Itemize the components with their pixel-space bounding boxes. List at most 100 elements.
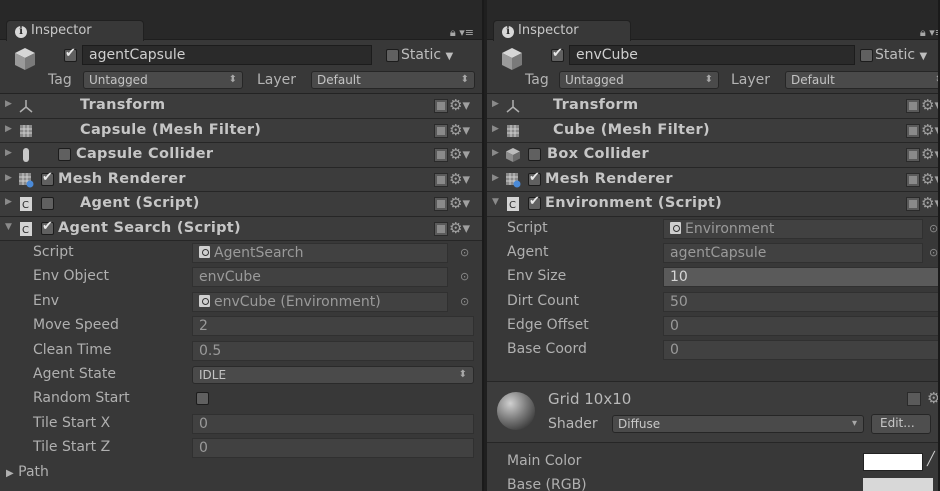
static-dropdown-icon[interactable]: ▼ (445, 51, 453, 62)
env-object-field[interactable]: envCube (192, 267, 448, 288)
gear-icon[interactable]: ⚙ (927, 389, 938, 407)
help-book-icon[interactable] (907, 392, 921, 406)
main-color-swatch[interactable] (863, 453, 923, 471)
component-environment-script[interactable]: ▼ C Environment (Script) ⚙▾ (487, 192, 938, 217)
component-enabled-checkbox[interactable] (41, 219, 54, 235)
component-agent-search-script[interactable]: ▼ C Agent Search (Script) ⚙▾ (0, 216, 482, 241)
object-picker-icon[interactable]: ⊙ (460, 270, 469, 283)
component-agent-script[interactable]: ▶ C Agent (Script) ⚙▾ (0, 192, 482, 217)
move-speed-input[interactable]: 2 (192, 316, 474, 337)
edge-offset-input[interactable]: 0 (663, 316, 938, 337)
help-book-icon[interactable] (434, 99, 448, 113)
component-transform[interactable]: ▶ Transform ⚙▾ (0, 94, 482, 119)
gear-icon[interactable]: ⚙▾ (921, 145, 938, 163)
component-mesh-renderer[interactable]: ▶ Mesh Renderer ⚙▾ (0, 167, 482, 192)
gear-icon[interactable]: ⚙▾ (449, 121, 470, 139)
component-mesh-filter[interactable]: ▶ Capsule (Mesh Filter) ⚙▾ (0, 118, 482, 143)
foldout-arrow-expanded-icon[interactable]: ▼ (492, 197, 499, 207)
tag-dropdown[interactable]: Untagged ⬍ (83, 71, 243, 89)
static-dropdown-icon[interactable]: ▼ (919, 51, 927, 62)
foldout-arrow-icon[interactable]: ▶ (6, 468, 14, 479)
foldout-arrow-icon[interactable]: ▶ (492, 99, 499, 109)
gear-icon[interactable]: ⚙▾ (449, 145, 470, 163)
script-reference-field[interactable]: Environment (663, 218, 923, 239)
prop-path[interactable]: ▶ Path (0, 461, 482, 485)
clean-time-input[interactable]: 0.5 (192, 340, 474, 361)
static-checkbox[interactable] (860, 48, 873, 62)
foldout-arrow-icon[interactable]: ▶ (5, 197, 12, 207)
component-enabled-checkbox[interactable] (41, 197, 54, 210)
component-mesh-filter[interactable]: ▶ Cube (Mesh Filter) ⚙▾ (487, 118, 938, 143)
foldout-arrow-icon[interactable]: ▶ (492, 173, 499, 183)
static-toggle[interactable]: Static ▼ (386, 47, 453, 63)
component-capsule-collider[interactable]: ▶ Capsule Collider ⚙▾ (0, 143, 482, 168)
component-enabled-checkbox[interactable] (41, 170, 54, 186)
component-transform[interactable]: ▶ Transform ⚙▾ (487, 94, 938, 119)
shader-dropdown[interactable]: Diffuse ▾ (612, 415, 864, 433)
agent-state-dropdown[interactable]: IDLE ⬍ (192, 365, 474, 384)
help-book-icon[interactable] (434, 123, 448, 138)
gear-icon[interactable]: ⚙▾ (921, 194, 938, 212)
base-texture-slot[interactable] (863, 478, 933, 491)
script-reference-field[interactable]: AgentSearch (192, 243, 448, 263)
object-picker-icon[interactable]: ⊙ (460, 295, 469, 308)
env-field[interactable]: envCube (Environment) (192, 291, 448, 312)
tag-dropdown[interactable]: Untagged ⬍ (559, 71, 719, 89)
foldout-arrow-expanded-icon[interactable]: ▼ (5, 222, 12, 232)
help-book-icon[interactable] (906, 148, 920, 162)
component-box-collider[interactable]: ▶ Box Collider ⚙▾ (487, 143, 938, 168)
help-book-icon[interactable] (906, 123, 920, 138)
tab-inspector[interactable]: i Inspector (493, 20, 631, 41)
random-start-checkbox[interactable] (196, 392, 209, 406)
gear-icon[interactable]: ⚙▾ (921, 96, 938, 114)
component-enabled-checkbox[interactable] (528, 148, 541, 161)
lock-menu-icon[interactable]: 🔒︎ ▾≡ (920, 26, 938, 40)
help-book-icon[interactable] (434, 197, 448, 211)
component-enabled-checkbox[interactable] (528, 194, 541, 210)
object-picker-icon[interactable]: ⊙ (929, 222, 938, 235)
foldout-arrow-icon[interactable]: ▶ (492, 148, 499, 158)
foldout-arrow-icon[interactable]: ▶ (492, 124, 499, 134)
tab-inspector[interactable]: i Inspector (6, 20, 144, 41)
gear-icon[interactable]: ⚙▾ (449, 219, 470, 237)
tile-start-z-input[interactable]: 0 (192, 438, 474, 459)
component-enabled-checkbox[interactable] (528, 170, 541, 186)
path-foldout[interactable]: ▶ Path (6, 464, 49, 480)
object-name-field[interactable]: envCube (569, 45, 855, 65)
active-checkbox[interactable] (551, 46, 564, 62)
foldout-arrow-icon[interactable]: ▶ (5, 124, 12, 134)
help-book-icon[interactable] (906, 172, 920, 187)
object-name-field[interactable]: agentCapsule (82, 45, 372, 65)
env-size-input[interactable]: 10 (663, 267, 938, 288)
gear-icon[interactable]: ⚙▾ (921, 170, 938, 188)
lock-menu-icon[interactable]: 🔒︎ ▾≡ (450, 26, 474, 40)
object-picker-icon[interactable]: ⊙ (929, 246, 938, 259)
foldout-arrow-icon[interactable]: ▶ (5, 148, 12, 158)
foldout-arrow-icon[interactable]: ▶ (5, 173, 12, 183)
eyedropper-icon[interactable]: ╱ (927, 452, 935, 467)
script-value: Environment (685, 220, 775, 237)
foldout-arrow-icon[interactable]: ▶ (5, 99, 12, 109)
gear-icon[interactable]: ⚙▾ (449, 194, 470, 212)
gear-icon[interactable]: ⚙▾ (449, 96, 470, 114)
help-book-icon[interactable] (906, 99, 920, 113)
gear-icon[interactable]: ⚙▾ (921, 121, 938, 139)
object-picker-icon[interactable]: ⊙ (460, 246, 469, 259)
static-checkbox[interactable] (386, 48, 399, 62)
help-book-icon[interactable] (434, 172, 448, 187)
help-book-icon[interactable] (906, 197, 920, 211)
component-enabled-checkbox[interactable] (58, 148, 71, 161)
help-book-icon[interactable] (434, 221, 448, 236)
layer-dropdown[interactable]: Default ⬍ (311, 71, 475, 89)
static-toggle[interactable]: Static ▼ (860, 47, 927, 63)
agent-field[interactable]: agentCapsule (663, 242, 923, 263)
gear-icon[interactable]: ⚙▾ (449, 170, 470, 188)
help-book-icon[interactable] (434, 148, 448, 162)
layer-dropdown[interactable]: Default ⬍ (785, 71, 938, 89)
active-checkbox[interactable] (64, 46, 77, 62)
base-coord-input[interactable]: 0 (663, 340, 938, 361)
dirt-count-input[interactable]: 50 (663, 291, 938, 312)
edit-shader-button[interactable]: Edit... (871, 414, 931, 434)
tile-start-x-input[interactable]: 0 (192, 413, 474, 434)
component-mesh-renderer[interactable]: ▶ Mesh Renderer ⚙▾ (487, 167, 938, 192)
